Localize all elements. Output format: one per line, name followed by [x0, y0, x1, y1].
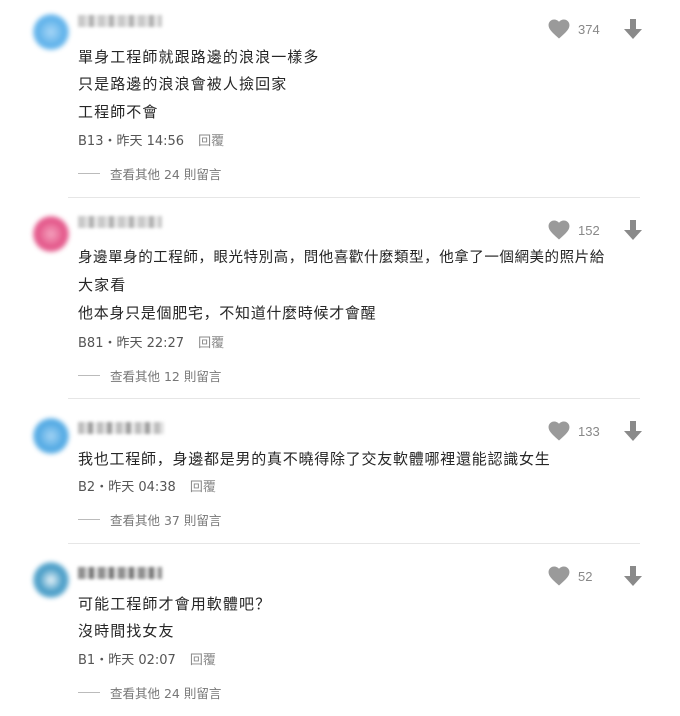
view-more-replies[interactable]: 查看其他 24 則留言: [78, 164, 221, 183]
user-avatar[interactable]: [33, 216, 69, 252]
comment-meta: B81・昨天 22:27 回覆: [78, 332, 224, 351]
view-more-label: 查看其他 24 則留言: [110, 167, 222, 182]
comment-text-line: 單身工程師就跟路邊的浪浪一樣多: [78, 48, 320, 66]
reply-button[interactable]: 回覆: [190, 480, 216, 495]
view-more-replies[interactable]: 查看其他 12 則留言: [78, 366, 221, 385]
view-more-label: 查看其他 24 則留言: [110, 686, 222, 701]
comment-divider: [68, 398, 640, 399]
like-button[interactable]: 133: [548, 421, 600, 441]
like-button[interactable]: 52: [548, 566, 592, 586]
heart-icon: [548, 421, 570, 441]
timestamp: 昨天 04:38: [108, 480, 176, 495]
separator-dot: ・: [103, 336, 117, 351]
comment-text-line: 身邊單身的工程師，眼光特別高，問他喜歡什麼類型，他拿了一個網美的照片給: [78, 250, 605, 266]
view-more-label: 查看其他 12 則留言: [110, 369, 222, 384]
username-blurred[interactable]: [78, 422, 164, 434]
user-avatar[interactable]: [33, 562, 69, 598]
comment-text-line: 可能工程師才會用軟體吧？: [78, 595, 272, 613]
comment-divider: [68, 197, 640, 198]
reply-button[interactable]: 回覆: [190, 653, 216, 668]
dash-divider: [78, 692, 100, 693]
view-more-label: 查看其他 37 則留言: [110, 513, 222, 528]
comment-text-line: 工程師不會: [78, 103, 159, 121]
comment-text-line: 沒時間找女友: [78, 622, 175, 640]
dash-divider: [78, 173, 100, 174]
separator-dot: ・: [103, 134, 117, 149]
like-count: 52: [578, 568, 593, 584]
timestamp: 昨天 02:07: [108, 653, 176, 668]
comment-text-line: 我也工程師，身邊都是男的真不曉得除了交友軟體哪裡還能認識女生: [78, 450, 551, 468]
dash-divider: [78, 519, 100, 520]
comment-meta: B2・昨天 04:38 回覆: [78, 476, 216, 495]
comment-divider: [68, 543, 640, 544]
user-avatar[interactable]: [33, 14, 69, 50]
separator-dot: ・: [95, 480, 109, 495]
username-blurred[interactable]: [78, 567, 162, 579]
dash-divider: [78, 375, 100, 376]
timestamp: 昨天 22:27: [116, 336, 185, 351]
down-arrow-icon[interactable]: [622, 420, 644, 442]
heart-icon: [548, 19, 570, 39]
comment-text-line: 只是路邊的浪浪會被人撿回家: [78, 75, 288, 93]
floor-number[interactable]: B1: [78, 653, 95, 668]
down-arrow-icon[interactable]: [622, 219, 644, 241]
username-blurred[interactable]: [78, 15, 162, 27]
comment-text-line: 他本身只是個肥宅，不知道什麼時候才會醒: [78, 304, 377, 322]
username-blurred[interactable]: [78, 216, 162, 228]
separator-dot: ・: [95, 653, 109, 668]
view-more-replies[interactable]: 查看其他 37 則留言: [78, 510, 221, 529]
like-count: 152: [578, 222, 600, 238]
heart-icon: [548, 566, 570, 586]
user-avatar[interactable]: [33, 418, 69, 454]
floor-number[interactable]: B13: [78, 134, 103, 149]
reply-button[interactable]: 回覆: [198, 134, 224, 149]
like-count: 133: [578, 423, 600, 439]
floor-number[interactable]: B2: [78, 480, 95, 495]
reply-button[interactable]: 回覆: [198, 336, 224, 351]
comment-text-line: 大家看: [78, 276, 127, 294]
view-more-replies[interactable]: 查看其他 24 則留言: [78, 683, 221, 702]
floor-number[interactable]: B81: [78, 336, 103, 351]
like-button[interactable]: 374: [548, 19, 600, 39]
like-count: 374: [578, 21, 600, 37]
like-button[interactable]: 152: [548, 220, 600, 240]
down-arrow-icon[interactable]: [622, 565, 644, 587]
comment-meta: B13・昨天 14:56 回覆: [78, 130, 224, 149]
down-arrow-icon[interactable]: [622, 18, 644, 40]
timestamp: 昨天 14:56: [116, 134, 185, 149]
heart-icon: [548, 220, 570, 240]
comment-meta: B1・昨天 02:07 回覆: [78, 649, 216, 668]
